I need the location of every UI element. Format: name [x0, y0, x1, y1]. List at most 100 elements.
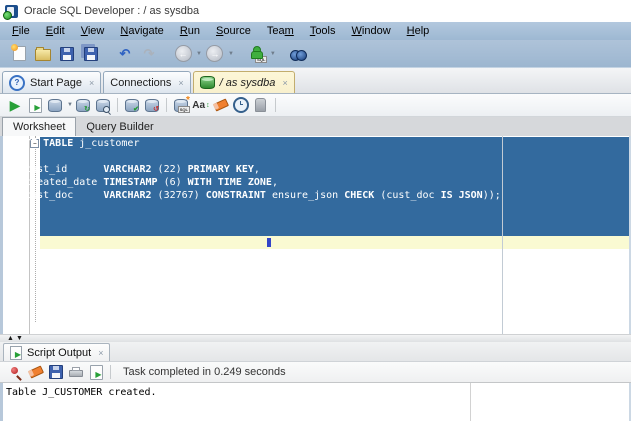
- rollback-button[interactable]: ↺: [142, 96, 162, 115]
- print-button[interactable]: [66, 363, 86, 382]
- database-commit-icon: ✔: [124, 98, 139, 113]
- save-output-button[interactable]: [46, 363, 66, 382]
- menu-item-view[interactable]: View: [73, 23, 113, 39]
- output-divider-line: [470, 383, 471, 421]
- pin-button[interactable]: [6, 363, 26, 382]
- toolbar-separator: [165, 98, 167, 112]
- statue-icon: [255, 98, 267, 112]
- toolbar-separator: [274, 98, 276, 112]
- run-script-icon: ▶: [28, 97, 42, 113]
- sql-tuning-button[interactable]: [93, 96, 113, 115]
- tab-label: Worksheet: [13, 121, 66, 133]
- splitter-up-icon[interactable]: ▲: [7, 335, 14, 342]
- splitter-down-icon[interactable]: ▼: [16, 335, 23, 342]
- sql-history-button[interactable]: [231, 96, 251, 115]
- open-file-button[interactable]: [32, 43, 54, 65]
- toolbar-separator: [116, 98, 118, 112]
- pushpin-icon: [10, 366, 23, 379]
- tab-label: Connections: [110, 76, 172, 89]
- menu-item-source[interactable]: Source: [208, 23, 259, 39]
- unshared-worksheet-button[interactable]: SQL *: [171, 95, 191, 115]
- text-caret: [267, 238, 271, 247]
- connections-dropdown[interactable]: ▼: [270, 51, 276, 57]
- script-output-icon: ▶: [10, 345, 22, 360]
- help-icon: ?: [9, 74, 25, 91]
- tab-start-page[interactable]: ? Start Page ×: [2, 71, 102, 93]
- menu-item-run[interactable]: Run: [172, 23, 208, 39]
- save-all-button[interactable]: [80, 43, 102, 65]
- clear-output-button[interactable]: [26, 363, 46, 382]
- document-tab-bar: ? Start Page × Connections × / as sysdba…: [0, 68, 631, 94]
- rerun-script-button[interactable]: ▶: [86, 363, 106, 382]
- change-case-button[interactable]: Aa ↕: [191, 96, 211, 115]
- output-text: Table J_CUSTOMER created.: [6, 387, 157, 398]
- tab-label: Script Output: [27, 346, 92, 359]
- close-icon[interactable]: ×: [282, 78, 287, 88]
- close-icon[interactable]: ×: [98, 348, 103, 358]
- run-script-button[interactable]: ▶: [25, 96, 45, 115]
- app-logo-icon: [3, 4, 18, 20]
- title-bar: Oracle SQL Developer : / as sysdba: [0, 0, 631, 22]
- autotrace-button[interactable]: [45, 96, 65, 115]
- tab-query-builder[interactable]: Query Builder: [76, 117, 163, 136]
- new-file-button[interactable]: [8, 43, 30, 65]
- forward-dropdown[interactable]: ▼: [228, 51, 234, 57]
- task-status-text: Task completed in 0.249 seconds: [123, 366, 286, 378]
- misc-button[interactable]: [251, 96, 271, 115]
- main-toolbar: ↶ ↷ ← ▼ → ▼ SQL ▼: [0, 40, 631, 68]
- back-button[interactable]: ←: [172, 43, 194, 65]
- current-line-highlight: [40, 236, 629, 249]
- undo-button[interactable]: ↶: [114, 43, 136, 65]
- explain-plan-button[interactable]: ↻: [73, 96, 93, 115]
- save-icon: [49, 365, 63, 379]
- menu-item-help[interactable]: Help: [399, 23, 438, 39]
- panel-left-frame: [0, 383, 3, 421]
- script-output-toolbar: ▶ Task completed in 0.249 seconds: [0, 362, 631, 383]
- sql-editor[interactable]: − CREATE TABLE j_customer ( cust_id VARC…: [0, 136, 631, 334]
- clear-button[interactable]: [211, 96, 231, 115]
- save-all-icon: [84, 46, 98, 61]
- tab-label: / as sysdba: [219, 76, 276, 89]
- menu-item-file[interactable]: File: [4, 23, 38, 39]
- binoculars-icon: [290, 50, 308, 61]
- run-script-icon: ▶: [89, 364, 103, 380]
- run-statement-icon: ▶: [9, 97, 21, 113]
- menu-item-window[interactable]: Window: [344, 23, 399, 39]
- script-output-tab-bar: ▶ Script Output ×: [0, 342, 631, 362]
- pane-splitter[interactable]: ▲ ▼: [0, 334, 631, 342]
- menu-item-tools[interactable]: Tools: [302, 23, 344, 39]
- tab-script-output[interactable]: ▶ Script Output ×: [3, 343, 111, 361]
- worksheet-toolbar: ▶ ▶ ▼ ↻ ✔ ↺ SQL * Aa ↕: [0, 94, 631, 117]
- worksheet-tab-bar: Worksheet Query Builder: [0, 117, 631, 136]
- run-statement-button[interactable]: ▶: [5, 96, 25, 115]
- connections-button[interactable]: SQL: [246, 43, 268, 65]
- menu-item-team[interactable]: Team: [259, 23, 302, 39]
- back-dropdown[interactable]: ▼: [196, 51, 202, 57]
- back-icon: ←: [174, 45, 192, 62]
- tab-connections[interactable]: Connections ×: [103, 71, 191, 93]
- open-folder-icon: [35, 47, 51, 61]
- database-magnifier-icon: [95, 98, 110, 113]
- find-button[interactable]: [288, 43, 310, 65]
- forward-icon: →: [206, 45, 224, 62]
- save-icon: [60, 46, 74, 61]
- redo-button[interactable]: ↷: [138, 43, 160, 65]
- forward-button[interactable]: →: [204, 43, 226, 65]
- sql-code: CREATE TABLE j_customer ( cust_id VARCHA…: [1, 138, 501, 201]
- close-icon[interactable]: ×: [178, 78, 183, 88]
- menu-item-navigate[interactable]: Navigate: [112, 23, 171, 39]
- menu-item-edit[interactable]: Edit: [38, 23, 73, 39]
- case-icon: Aa: [192, 99, 206, 111]
- commit-button[interactable]: ✔: [122, 96, 142, 115]
- undo-icon: ↶: [119, 46, 131, 61]
- close-icon[interactable]: ×: [89, 78, 94, 88]
- clock-icon: [232, 97, 249, 113]
- tab-worksheet[interactable]: Worksheet: [2, 117, 77, 136]
- eraser-icon: [27, 365, 45, 379]
- redo-icon: ↷: [143, 46, 155, 61]
- save-button[interactable]: [56, 43, 78, 65]
- tab-as-sysdba[interactable]: / as sysdba ×: [192, 71, 295, 93]
- script-output-area: Table J_CUSTOMER created.: [0, 383, 631, 421]
- tab-label: Query Builder: [86, 120, 154, 133]
- eraser-icon: [212, 98, 229, 112]
